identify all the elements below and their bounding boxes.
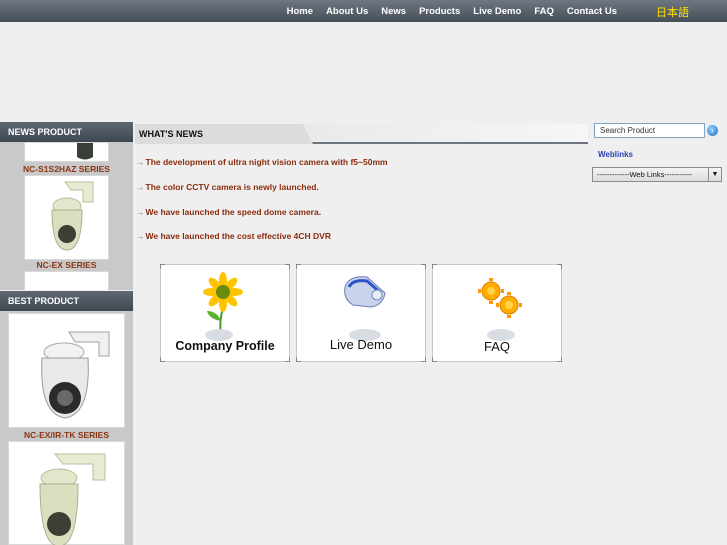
news-item[interactable]: →We have launched the speed dome camera. (136, 207, 321, 217)
faq-label[interactable]: FAQ (433, 339, 561, 354)
whats-news-title: WHAT'S NEWS (139, 129, 203, 139)
corner-mark (285, 264, 290, 269)
corner-mark (421, 357, 426, 362)
nav-faq[interactable]: FAQ (534, 6, 554, 17)
corner-mark (160, 264, 165, 269)
corner-mark (421, 264, 426, 269)
weblinks-select-value: -------------Web Links----------- (597, 170, 692, 179)
product-image-s1s2haz[interactable] (24, 142, 109, 162)
speed-dome-camera-image (41, 331, 110, 419)
corner-mark (432, 264, 437, 269)
corner-mark (557, 264, 562, 269)
corner-mark (432, 357, 437, 362)
nav-contact-us[interactable]: Contact Us (567, 6, 617, 17)
corner-mark (557, 357, 562, 362)
news-item[interactable]: →The development of ultra night vision c… (136, 157, 388, 167)
news-item-text[interactable]: We have launched the cost effective 4CH … (146, 231, 331, 241)
best-product-label[interactable]: NC-EX/IR-TK SERIES (0, 430, 133, 440)
faq-box[interactable]: FAQ (432, 264, 562, 362)
corner-mark (296, 357, 301, 362)
nav-products[interactable]: Products (419, 6, 460, 17)
dome-camera-image (51, 181, 94, 251)
news-item-text[interactable]: The color CCTV camera is newly launched. (146, 182, 319, 192)
news-product-label[interactable]: NC-EX SERIES (0, 260, 133, 270)
product-image-next[interactable] (24, 271, 109, 290)
best-product-panel: NC-EX/IR-TK SERIES (0, 311, 133, 545)
news-product-panel: NC-S1S2HAZ SERIES NC-EX SERIES (0, 142, 133, 290)
whats-news-heading: WHAT'S NEWS (135, 124, 588, 144)
best-product-heading: BEST PRODUCT (0, 291, 133, 311)
chevron-down-icon[interactable]: ▼ (708, 168, 721, 181)
arrow-icon: → (136, 157, 145, 167)
product-image-ex-ir-tk[interactable] (8, 313, 125, 428)
language-link[interactable]: 日本語 (656, 4, 689, 20)
news-item[interactable]: →The color CCTV camera is newly launched… (136, 182, 319, 192)
search-go-icon[interactable]: › (707, 125, 718, 136)
news-item-text[interactable]: We have launched the speed dome camera. (146, 207, 322, 217)
camera-image (77, 143, 93, 160)
product-image-ex[interactable] (24, 175, 109, 260)
nav-home[interactable]: Home (287, 6, 313, 17)
main-nav: Home About Us News Products Live Demo FA… (274, 0, 617, 22)
search-input[interactable]: Search Product (594, 123, 705, 138)
arrow-icon: → (136, 231, 145, 241)
weblinks-select[interactable]: -------------Web Links----------- ▼ (592, 167, 722, 182)
news-product-label[interactable]: NC-S1S2HAZ SERIES (0, 164, 133, 174)
live-demo-box[interactable]: Live Demo (296, 264, 426, 362)
live-demo-label[interactable]: Live Demo (297, 337, 425, 352)
company-profile-box[interactable]: Company Profile (160, 264, 290, 362)
corner-mark (160, 357, 165, 362)
nav-about-us[interactable]: About Us (326, 6, 368, 17)
arrow-icon: → (136, 182, 145, 192)
weblinks-label: Weblinks (598, 150, 633, 159)
product-image-dome[interactable] (8, 441, 125, 545)
dome-camera-image (39, 453, 106, 545)
arrow-icon: → (136, 207, 145, 217)
nav-live-demo[interactable]: Live Demo (473, 6, 521, 17)
corner-mark (285, 357, 290, 362)
news-item-text[interactable]: The development of ultra night vision ca… (146, 157, 388, 167)
company-profile-label[interactable]: Company Profile (161, 339, 289, 353)
news-item[interactable]: →We have launched the cost effective 4CH… (136, 231, 331, 241)
news-product-heading: NEWS PRODUCT (0, 122, 133, 142)
nav-news[interactable]: News (381, 6, 406, 17)
corner-mark (296, 264, 301, 269)
